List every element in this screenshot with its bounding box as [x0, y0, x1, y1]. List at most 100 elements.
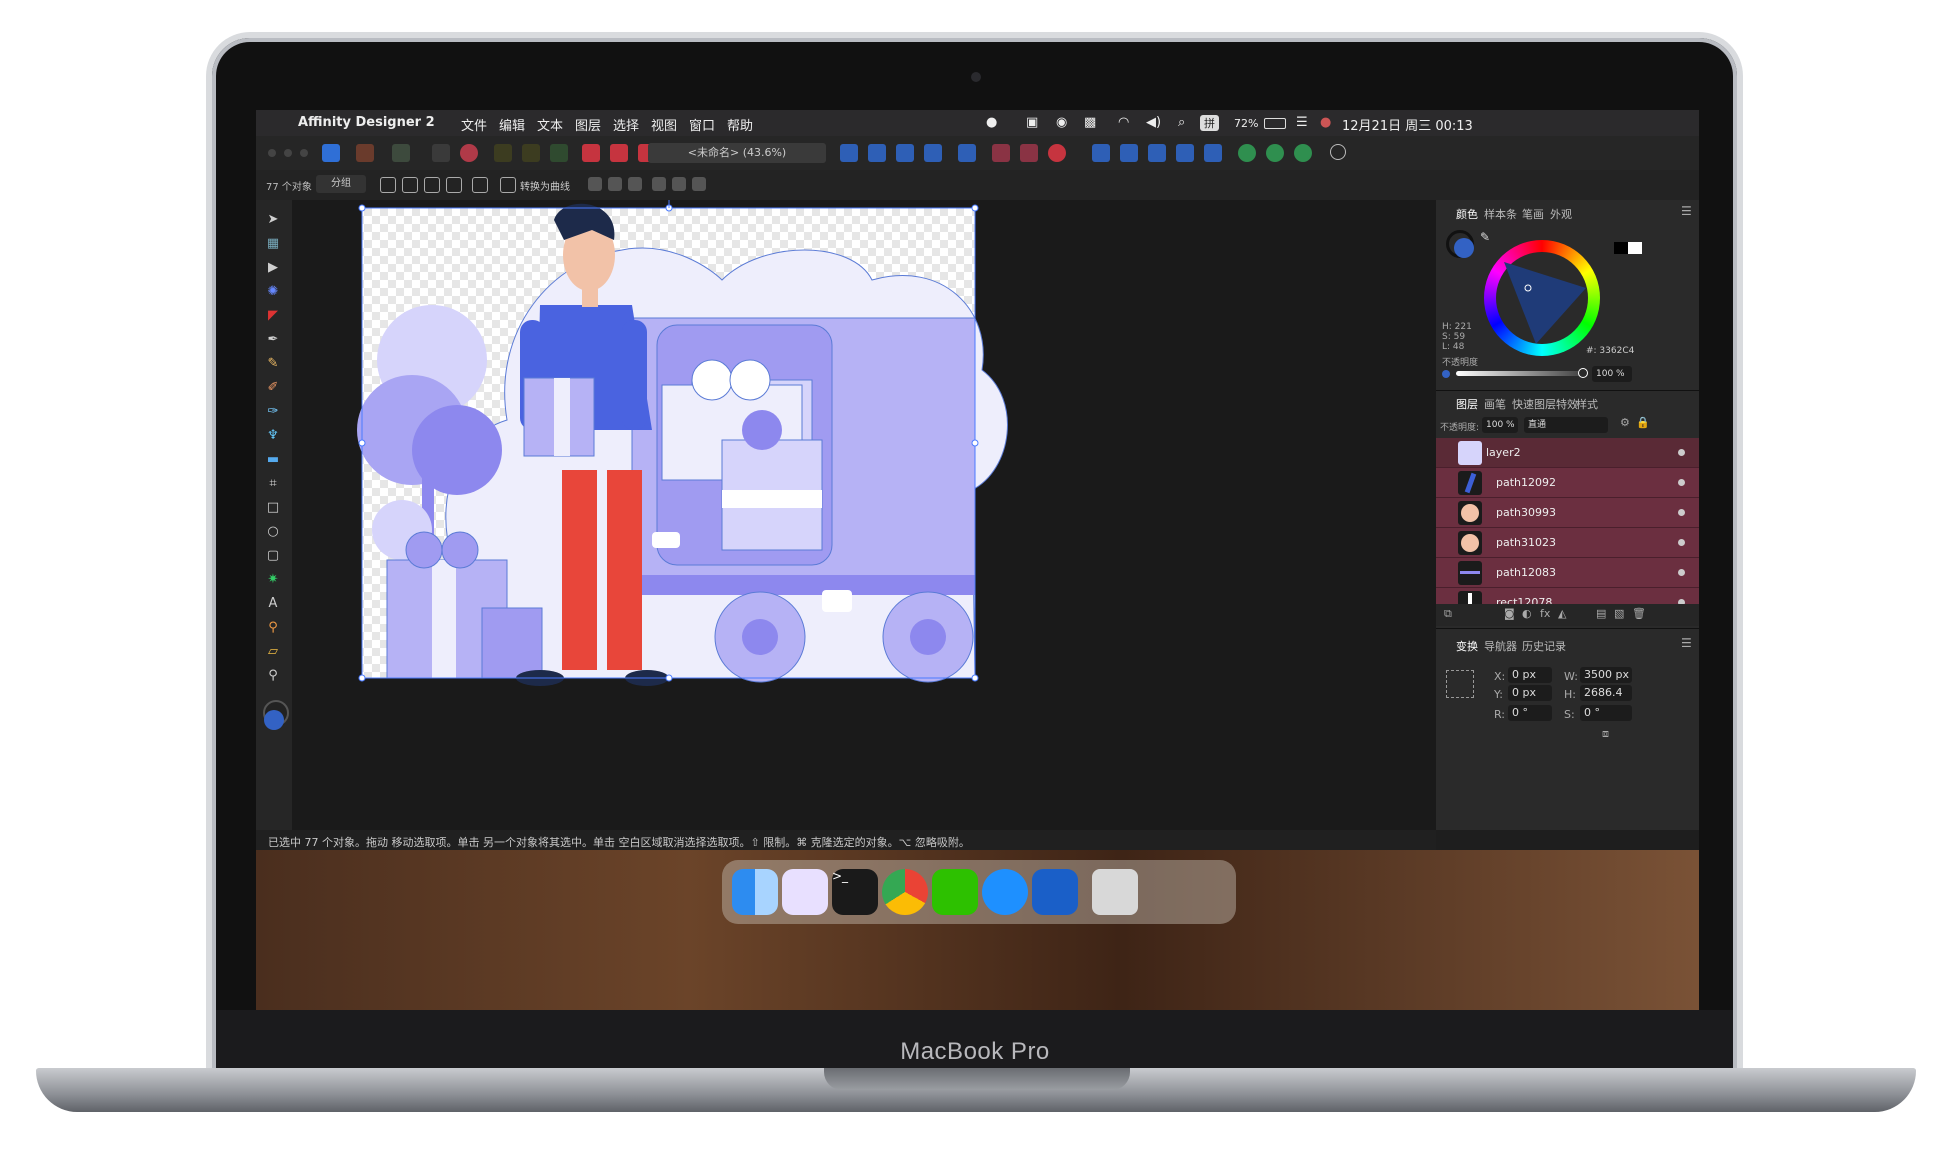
fx-icon[interactable]: fx — [1540, 607, 1550, 620]
layer-opacity-field[interactable]: 100 % — [1482, 417, 1518, 433]
insert-target-icon[interactable] — [992, 144, 1010, 162]
app-menu[interactable]: Affinity Designer 2 — [298, 115, 435, 130]
menu-select[interactable]: 选择 — [613, 115, 639, 134]
x-field[interactable]: 0 px — [1508, 667, 1552, 683]
h-field[interactable]: 2686.4 px — [1580, 685, 1632, 715]
wechat-icon[interactable] — [932, 869, 978, 915]
align-middle-icon[interactable] — [672, 177, 686, 191]
hex-value[interactable]: #: 3362C4 — [1586, 346, 1634, 356]
w-field[interactable]: 3500 px — [1580, 667, 1632, 683]
shape-tool-icon[interactable]: ✷ — [265, 572, 281, 588]
adjustment-icon[interactable]: ◐ — [1522, 607, 1532, 620]
minimize-window-button[interactable] — [284, 149, 292, 157]
visibility-toggle[interactable] — [1678, 569, 1685, 576]
color-wheel[interactable] — [1484, 240, 1600, 356]
rotate-left-icon[interactable] — [896, 144, 914, 162]
transform-origin-icon[interactable] — [380, 177, 396, 193]
boolean-intersect-icon[interactable] — [1148, 144, 1166, 162]
pixel-persona-icon[interactable] — [356, 144, 374, 162]
snapping-icon[interactable] — [460, 144, 478, 162]
layer-row[interactable]: path12092 — [1436, 468, 1699, 498]
close-window-button[interactable] — [268, 149, 276, 157]
export-persona-icon[interactable] — [392, 144, 410, 162]
mask-icon[interactable] — [472, 177, 488, 193]
tab-layers[interactable]: 图层 — [1456, 396, 1478, 412]
opacity-field[interactable]: 100 % — [1592, 366, 1632, 382]
measure-tool-icon[interactable]: ▱ — [265, 644, 281, 660]
move-tool-icon[interactable]: ➤ — [265, 212, 281, 228]
align-right-icon[interactable] — [628, 177, 642, 191]
group-layer-icon[interactable]: ▧ — [1614, 607, 1624, 620]
align-bottom-icon[interactable] — [692, 177, 706, 191]
tab-transform[interactable]: 变换 — [1456, 638, 1478, 654]
add-layer-icon[interactable]: ▤ — [1596, 607, 1606, 620]
transform-icon[interactable] — [550, 144, 568, 162]
opacity-slider[interactable] — [1456, 371, 1581, 376]
menu-file[interactable]: 文件 — [461, 115, 487, 134]
menu-help[interactable]: 帮助 — [727, 115, 753, 134]
control-center-icon[interactable]: ☰ — [1296, 115, 1308, 130]
opacity-slider-handle[interactable] — [1578, 368, 1588, 378]
arrange-backward-icon[interactable] — [610, 144, 628, 162]
transform-options-icon[interactable]: ⧈ — [1602, 727, 1609, 741]
menu-edit[interactable]: 编辑 — [499, 115, 525, 134]
anchor-selector[interactable] — [1446, 670, 1474, 698]
rotate-right-icon[interactable] — [924, 144, 942, 162]
tab-styles[interactable]: 样式 — [1576, 396, 1598, 412]
color-picker-icon[interactable]: ⚲ — [265, 620, 281, 636]
convert-curves-icon[interactable] — [500, 177, 516, 193]
panel-menu-icon[interactable]: ☰ — [1681, 636, 1692, 650]
artwork-canvas[interactable] — [292, 200, 1436, 830]
tab-appearance[interactable]: 外观 — [1550, 206, 1572, 222]
wechat-status-icon[interactable]: ● — [986, 115, 997, 130]
photos-icon[interactable]: ▩ — [1084, 115, 1096, 130]
battery-icon[interactable] — [1264, 118, 1286, 129]
layer-row[interactable]: rect12078 — [1436, 588, 1699, 605]
artboard-tool-icon[interactable]: ▦ — [265, 236, 281, 252]
visibility-toggle[interactable] — [1678, 449, 1685, 456]
menu-layer[interactable]: 图层 — [575, 115, 601, 134]
panel-menu-icon[interactable]: ☰ — [1681, 204, 1692, 218]
select-icon[interactable] — [494, 144, 512, 162]
visibility-toggle[interactable] — [1678, 479, 1685, 486]
visibility-toggle[interactable] — [1678, 539, 1685, 546]
align-icon[interactable] — [958, 144, 976, 162]
wifi-icon[interactable]: ◠ — [1118, 115, 1129, 130]
crop-tool-icon[interactable]: ⌗ — [265, 476, 281, 492]
menu-view[interactable]: 视图 — [651, 115, 677, 134]
geometry-divide-icon[interactable] — [1294, 144, 1312, 162]
align-center-icon[interactable] — [608, 177, 622, 191]
s-field[interactable]: 0 ° — [1580, 705, 1632, 721]
trash-icon[interactable]: 🗑 — [1632, 607, 1646, 620]
siri-icon[interactable]: ● — [1320, 115, 1331, 130]
fill-color-swatch[interactable] — [1454, 238, 1474, 258]
volume-icon[interactable]: ◀) — [1146, 115, 1161, 130]
layer-row[interactable]: path30993 — [1436, 498, 1699, 528]
menu-text[interactable]: 文本 — [537, 115, 563, 134]
align-left-icon[interactable] — [588, 177, 602, 191]
safari-icon[interactable] — [982, 869, 1028, 915]
search-icon[interactable]: ⌕ — [1178, 115, 1185, 130]
live-filter-icon[interactable]: ◭ — [1558, 607, 1566, 620]
r-field[interactable]: 0 ° — [1508, 705, 1552, 721]
input-method[interactable]: 拼 — [1200, 115, 1219, 131]
visibility-toggle[interactable] — [1678, 509, 1685, 516]
brush-tool-icon[interactable]: ✐ — [265, 380, 281, 396]
clock[interactable]: 12月21日 周三 00:13 — [1342, 115, 1473, 134]
tab-brushes[interactable]: 画笔 — [1484, 396, 1506, 412]
bounding-box-icon[interactable] — [402, 177, 418, 193]
flip-vertical-icon[interactable] — [868, 144, 886, 162]
text-tool-icon[interactable]: A — [265, 596, 281, 612]
align-top-icon[interactable] — [652, 177, 666, 191]
mask-layer-icon[interactable]: ◙ — [1504, 607, 1515, 620]
rectangle-tool-icon[interactable]: □ — [265, 500, 281, 516]
geometry-subtract-icon[interactable] — [1266, 144, 1284, 162]
trash-icon[interactable] — [1092, 869, 1138, 915]
y-field[interactable]: 0 px — [1508, 685, 1552, 701]
affinity-designer-icon[interactable] — [1032, 869, 1078, 915]
account-icon[interactable] — [1330, 144, 1346, 160]
launchpad-icon[interactable] — [782, 869, 828, 915]
pen-tool-icon[interactable]: ✒ — [265, 332, 281, 348]
zoom-window-button[interactable] — [300, 149, 308, 157]
layer-row[interactable]: path12083 — [1436, 558, 1699, 588]
